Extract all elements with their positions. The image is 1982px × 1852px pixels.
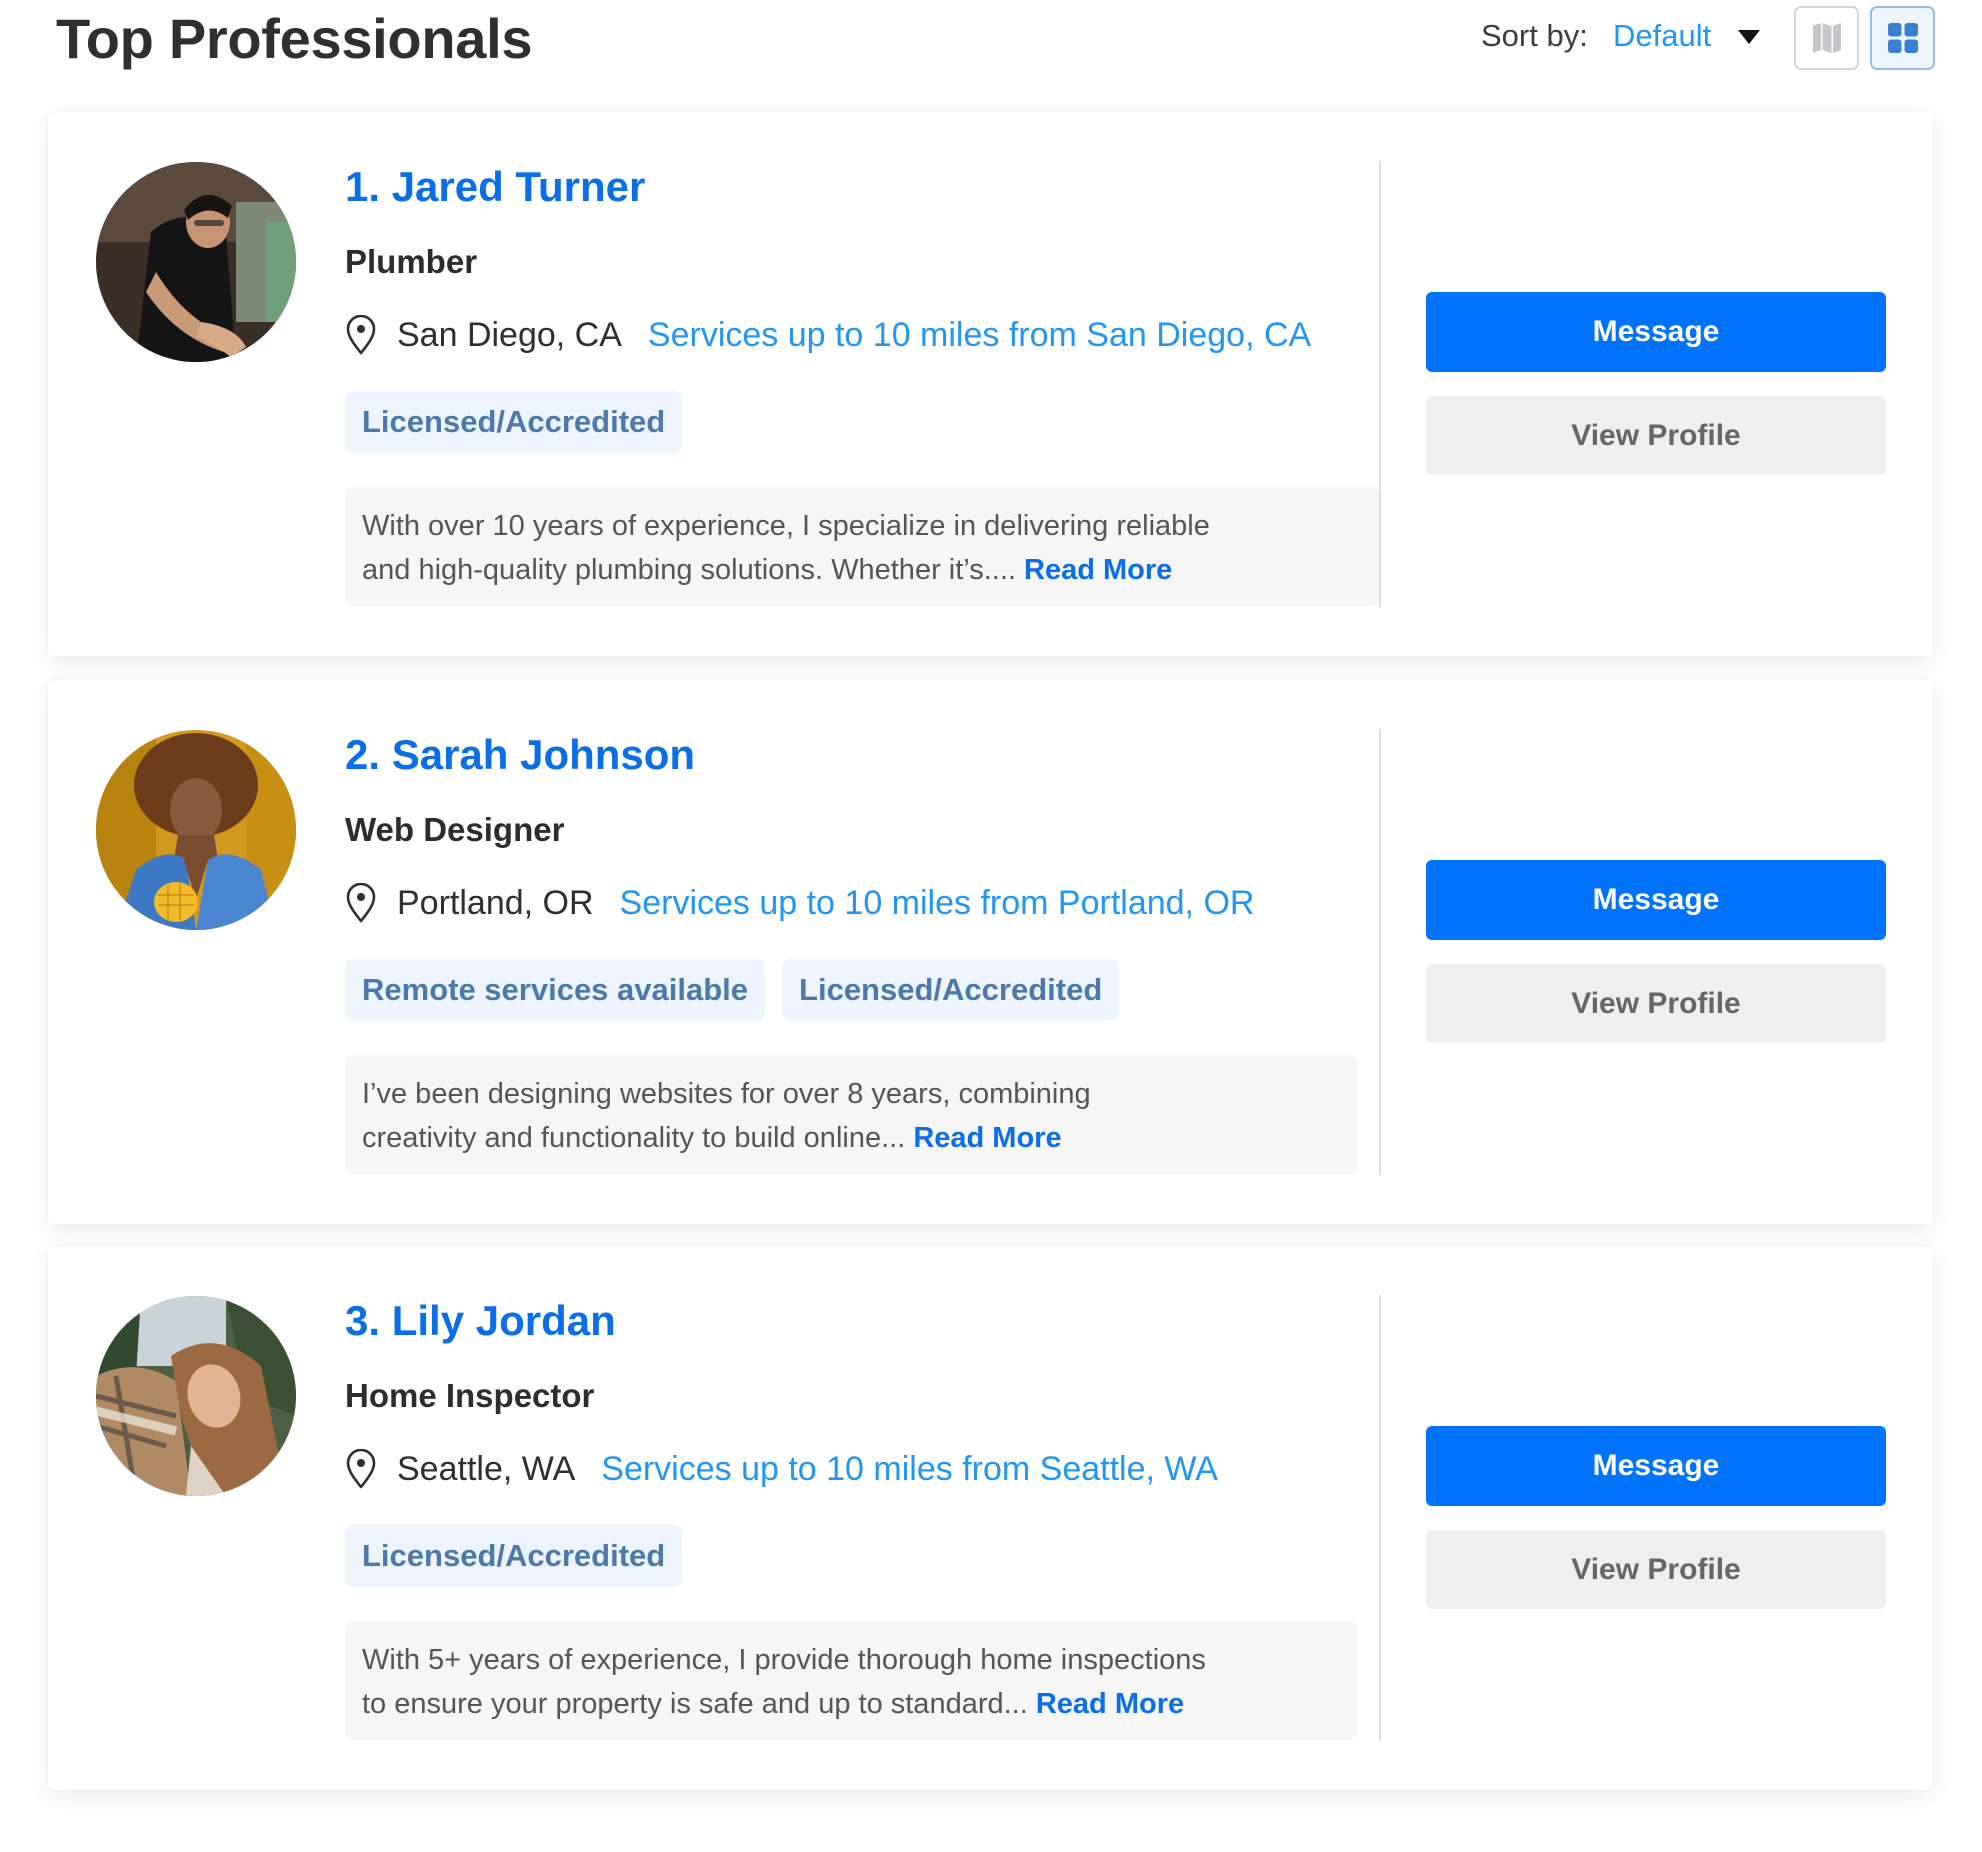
location-row: San Diego, CA Services up to 10 miles fr… [345,312,1311,358]
city: Seattle, WA [397,1449,576,1488]
location-pin-icon [346,315,376,355]
avatar-photo-icon [96,162,296,362]
location-row: Portland, OR Services up to 10 miles fro… [345,880,1254,926]
profession: Web Designer [345,811,565,848]
location-row: Seattle, WA Services up to 10 miles from… [345,1446,1218,1492]
bio-line: to ensure your property is safe and up t… [362,1688,1028,1720]
professional-name-link[interactable]: 2. Sarah Johnson [345,728,695,782]
tag-licensed: Licensed/Accredited [782,959,1120,1021]
bio-line: I’ve been designing websites for over 8 … [362,1078,1091,1110]
professional-card: 2. Sarah Johnson Web Designer Portland, … [48,680,1933,1224]
tag-remote: Remote services available [345,959,766,1021]
professional-name-link[interactable]: 3. Lily Jordan [345,1294,616,1348]
tag-list: Licensed/Accredited [345,391,683,453]
view-profile-button[interactable]: View Profile [1426,396,1886,475]
grid-view-button[interactable] [1870,6,1935,70]
sort-label: Sort by: [1481,18,1588,53]
divider [1379,161,1381,607]
divider [1379,729,1381,1175]
bio-line: With over 10 years of experience, I spec… [362,510,1210,542]
bio: With 5+ years of experience, I provide t… [345,1621,1358,1740]
map-view-button[interactable] [1794,6,1859,70]
grid-icon [1887,23,1918,53]
tag-licensed: Licensed/Accredited [345,391,683,453]
city: San Diego, CA [397,315,622,354]
message-button[interactable]: Message [1426,1426,1886,1506]
view-profile-button[interactable]: View Profile [1426,1530,1886,1609]
view-profile-button[interactable]: View Profile [1426,964,1886,1043]
service-area: Services up to 10 miles from Seattle, WA [601,1449,1218,1488]
avatar[interactable] [96,1296,296,1496]
avatar-photo-icon [96,730,296,930]
professional-name-link[interactable]: 1. Jared Turner [345,160,645,214]
tag-licensed: Licensed/Accredited [345,1525,683,1587]
map-icon [1812,23,1841,53]
read-more-link[interactable]: Read More [1036,1688,1184,1720]
sort-dropdown[interactable]: Default [1613,14,1711,58]
profession: Plumber [345,243,478,280]
bio-line: and high-quality plumbing solutions. Whe… [362,554,1016,586]
tag-list: Remote services available Licensed/Accre… [345,959,1120,1021]
avatar[interactable] [96,730,296,930]
read-more-link[interactable]: Read More [913,1122,1061,1154]
bio: With over 10 years of experience, I spec… [345,487,1380,606]
message-button[interactable]: Message [1426,292,1886,372]
bio-line: creativity and functionality to build on… [362,1122,906,1154]
message-button[interactable]: Message [1426,860,1886,940]
profession: Home Inspector [345,1377,595,1414]
bio-line: With 5+ years of experience, I provide t… [362,1644,1206,1676]
service-area: Services up to 10 miles from San Diego, … [647,315,1312,354]
professional-card: 1. Jared Turner Plumber San Diego, CA Se… [48,112,1933,656]
page-title: Top Professionals [56,7,533,70]
divider [1379,1295,1381,1741]
professional-card: 3. Lily Jordan Home Inspector Seattle, W… [48,1246,1933,1790]
service-area: Services up to 10 miles from Portland, O… [619,883,1255,922]
read-more-link[interactable]: Read More [1024,554,1172,586]
caret-down-icon[interactable] [1738,30,1760,44]
location-pin-icon [346,1449,376,1489]
city: Portland, OR [397,883,594,922]
avatar[interactable] [96,162,296,362]
bio: I’ve been designing websites for over 8 … [345,1055,1358,1174]
avatar-photo-icon [96,1296,296,1496]
location-pin-icon [346,883,376,923]
tag-list: Licensed/Accredited [345,1525,683,1587]
